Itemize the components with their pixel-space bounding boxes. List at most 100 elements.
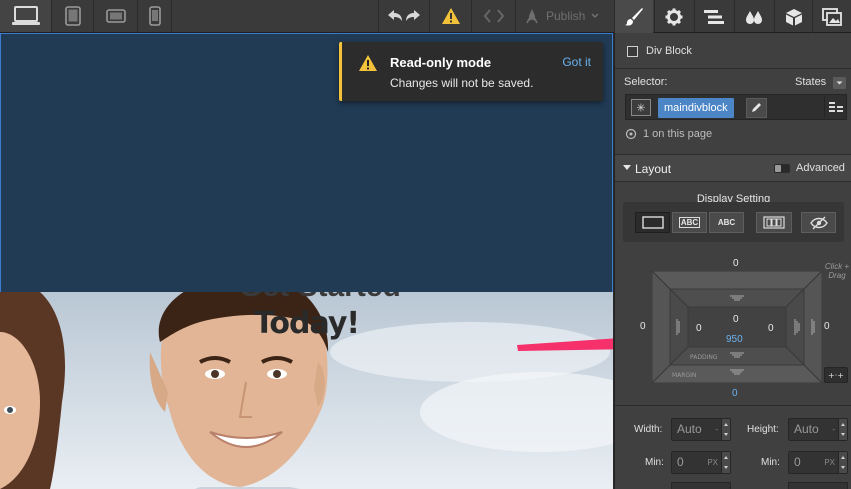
svg-text:+·+: +·+ [828, 371, 844, 380]
top-toolbar: Publish [0, 0, 851, 33]
selector-list-button[interactable] [824, 96, 846, 118]
warning-icon [359, 55, 377, 71]
publish-button[interactable]: Publish [516, 0, 614, 32]
width-stepper[interactable] [721, 419, 730, 440]
tab-settings[interactable] [654, 0, 693, 33]
display-block-button[interactable] [635, 212, 670, 233]
height-stepper[interactable] [838, 419, 847, 440]
svg-text:✳: ✳ [636, 102, 645, 115]
min-width-input[interactable]: 0 PX [671, 451, 731, 474]
box-model-expand-button[interactable]: +·+ [824, 367, 848, 383]
margin-top-value[interactable]: 0 [733, 258, 739, 269]
margin-bottom-value[interactable]: 0 [732, 388, 738, 399]
tab-assets[interactable] [812, 0, 851, 33]
readonly-toast: Read-only mode Changes will not be saved… [339, 42, 603, 101]
click-drag-hint: Click + Drag [824, 262, 850, 280]
height-input[interactable]: Auto - [788, 418, 848, 441]
inline-label: ABC [717, 218, 736, 227]
inline-block-label: ABC [678, 217, 701, 228]
box-model-diagram[interactable]: PADDING MARGIN [652, 271, 822, 383]
mobile-portrait-view-button[interactable] [138, 0, 172, 32]
tablet-view-button[interactable] [52, 0, 94, 32]
images-icon [822, 7, 842, 26]
phone-landscape-icon [105, 9, 126, 23]
class-selector-icon: ✳ [631, 99, 651, 116]
advanced-toggle[interactable] [774, 164, 790, 173]
divider [615, 405, 851, 406]
min-height-stepper[interactable] [838, 452, 847, 473]
height-label: Height: [747, 424, 779, 435]
list-icon [829, 102, 843, 112]
chevron-down-icon [591, 13, 599, 19]
hero-heading-cut: Get Started [170, 292, 470, 303]
selector-class-chip[interactable]: maindivblock [658, 98, 734, 118]
tab-symbols[interactable] [774, 0, 813, 33]
display-flex-button[interactable] [756, 212, 792, 233]
tab-swatches[interactable] [734, 0, 773, 33]
padding-bottom-value[interactable]: 950 [726, 334, 743, 345]
min-width-label: Min: [645, 457, 664, 468]
display-inline-button[interactable]: ABC [709, 212, 744, 233]
min-width-unit: PX [707, 458, 718, 467]
min-height-input[interactable]: 0 PX [788, 451, 848, 474]
undo-redo-icon [388, 10, 420, 21]
padding-label: PADDING [690, 354, 718, 361]
selector-label: Selector: [624, 76, 668, 88]
paintbrush-icon [625, 7, 643, 26]
publish-label: Publish [546, 9, 586, 23]
chevron-down-icon [836, 81, 843, 85]
display-setting-group: ABC ABC [623, 202, 844, 242]
margin-right-value[interactable]: 0 [824, 321, 830, 332]
caret-down-icon [623, 165, 631, 170]
display-none-button[interactable] [801, 212, 836, 233]
min-height-unit: PX [824, 458, 835, 467]
desktop-icon [11, 6, 40, 25]
warning-button[interactable] [430, 0, 472, 32]
code-export-button[interactable] [472, 0, 516, 32]
edit-selector-button[interactable] [746, 98, 767, 118]
tab-navigator[interactable] [694, 0, 733, 33]
states-label: States [795, 76, 827, 88]
selector-field[interactable]: ✳ maindivblock [625, 94, 847, 120]
layout-title: Layout [635, 162, 672, 176]
got-it-button[interactable]: Got it [562, 55, 591, 69]
mobile-landscape-view-button[interactable] [94, 0, 138, 32]
block-icon [641, 216, 664, 229]
droplets-icon [746, 10, 762, 24]
max-width-input[interactable] [671, 482, 731, 489]
min-width-stepper[interactable] [721, 452, 730, 473]
min-height-label: Min: [761, 457, 780, 468]
phone-portrait-icon [148, 6, 161, 26]
cube-icon [786, 8, 802, 25]
divider [615, 68, 851, 69]
padding-right-value[interactable]: 0 [768, 323, 774, 334]
design-canvas[interactable]: Get Started Today! [0, 33, 613, 489]
warning-icon [441, 8, 460, 24]
width-value: Auto [677, 422, 702, 436]
annotation-arrow [517, 338, 613, 351]
on-page-count: 1 on this page [643, 128, 713, 140]
undo-redo-buttons[interactable] [378, 0, 430, 32]
padding-top-value[interactable]: 0 [733, 314, 739, 325]
max-height-input[interactable] [788, 482, 848, 489]
desktop-view-button[interactable] [0, 0, 52, 32]
flex-columns-icon [763, 216, 785, 229]
toast-message: Changes will not be saved. [390, 76, 534, 90]
margin-left-value[interactable]: 0 [640, 321, 646, 332]
element-checkbox[interactable] [627, 46, 638, 57]
navigator-lines-icon [704, 9, 724, 24]
states-dropdown[interactable] [833, 77, 846, 89]
designer-window: Publish Today! Read-only mode Changes wi… [0, 0, 851, 489]
tab-style[interactable] [614, 0, 653, 33]
target-icon [625, 128, 637, 140]
code-brackets-icon [483, 9, 504, 23]
style-panel: Div Block Selector: States ✳ maindivbloc… [614, 33, 851, 489]
height-value: Auto [794, 422, 819, 436]
eye-slash-icon [809, 216, 828, 229]
layout-section-header[interactable]: Layout Advanced [615, 154, 851, 182]
padding-left-value[interactable]: 0 [696, 323, 702, 334]
tablet-icon [64, 6, 81, 26]
min-width-value: 0 [677, 455, 684, 469]
width-input[interactable]: Auto - [671, 418, 731, 441]
display-inline-block-button[interactable]: ABC [672, 212, 707, 233]
